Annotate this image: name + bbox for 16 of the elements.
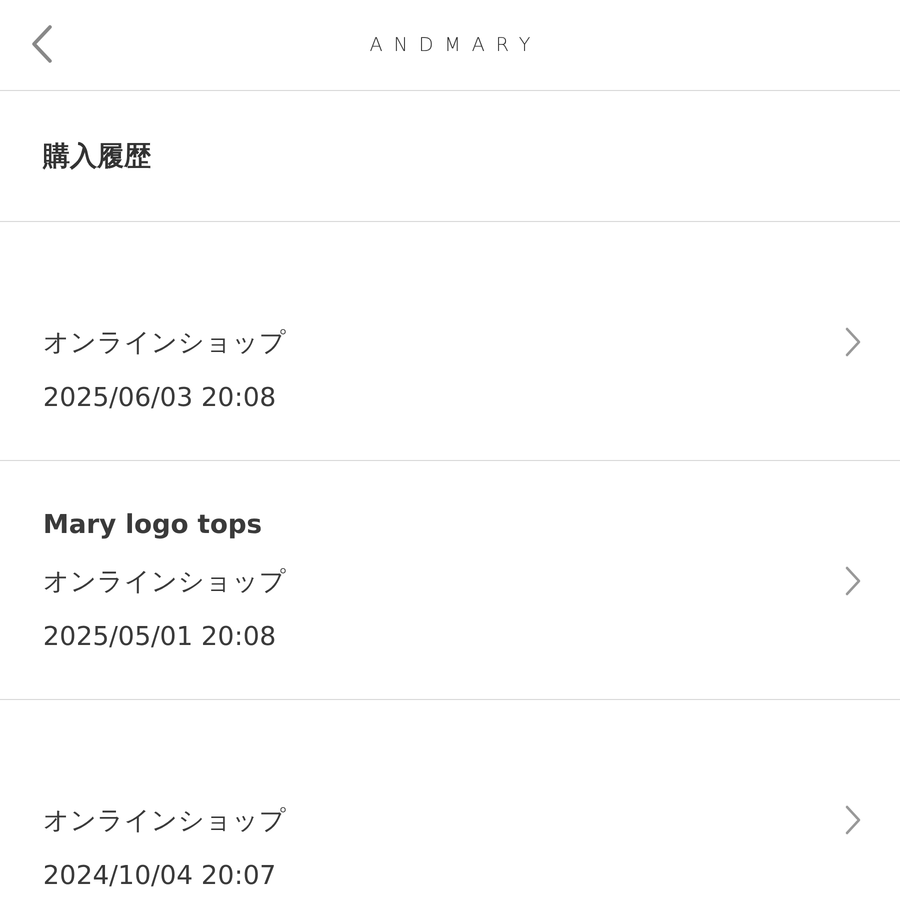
shop-name: オンラインショップ: [43, 326, 286, 360]
order-row[interactable]: オンラインショップ 2024/10/04 20:07: [0, 700, 900, 900]
chevron-right-icon: [844, 566, 862, 596]
order-date: 2025/05/01 20:08: [43, 622, 276, 652]
shop-name: オンラインショップ: [43, 566, 286, 598]
order-date: 2024/10/04 20:07: [43, 861, 276, 891]
shop-name: オンラインショップ: [43, 804, 286, 838]
back-chevron-icon: [31, 25, 53, 63]
page-title: 購入履歴: [43, 140, 151, 174]
order-row[interactable]: オンラインショップ 2025/06/03 20:08: [0, 222, 900, 461]
order-row[interactable]: Mary logo tops オンラインショップ 2025/05/01 20:08: [0, 461, 900, 700]
order-date: 2025/06/03 20:08: [43, 383, 276, 413]
product-name: Mary logo tops: [43, 510, 262, 540]
brand-logo: ANDMARY: [370, 34, 542, 56]
chevron-right-icon: [844, 327, 862, 357]
chevron-right-icon: [844, 805, 862, 835]
